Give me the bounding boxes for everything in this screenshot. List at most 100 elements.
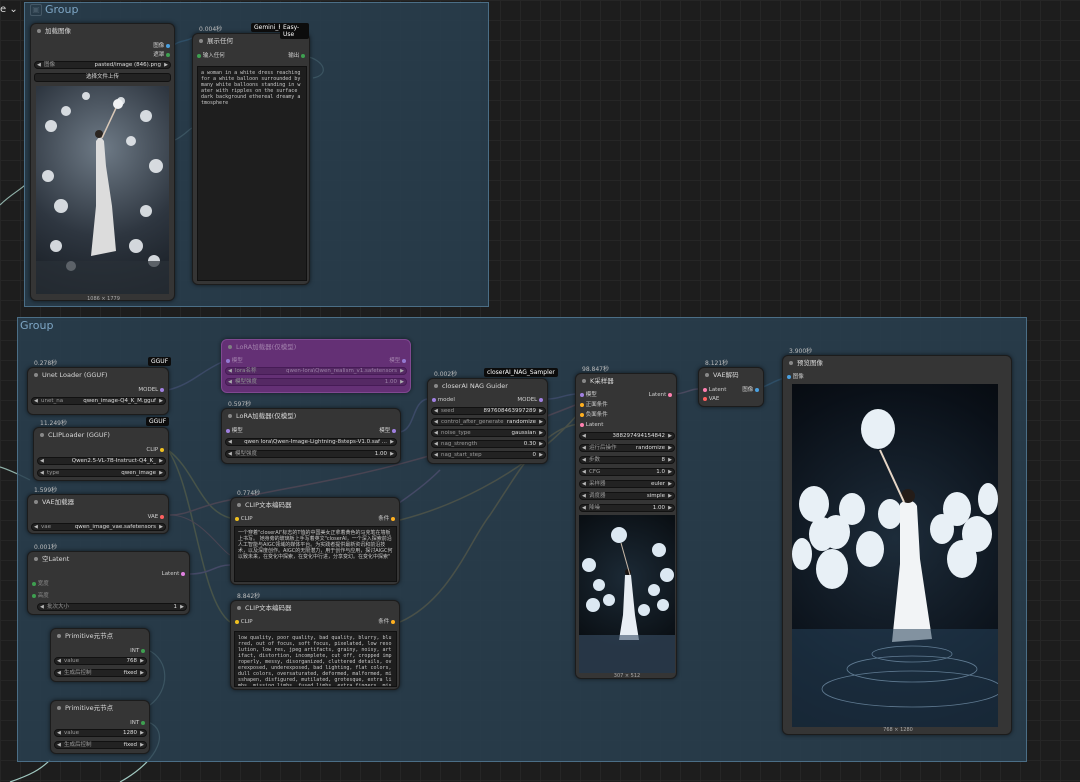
output-model[interactable]: MODEL (517, 396, 543, 404)
loaded-image-preview (36, 86, 169, 294)
output-int[interactable]: INT (130, 647, 145, 655)
dropdown-label: e (0, 4, 7, 15)
nag-strength-input[interactable]: nag_strength0.30 (431, 440, 546, 448)
node-title: K采样器 (576, 374, 676, 388)
preview-output-image (792, 384, 998, 727)
node-title: VAE加载器 (28, 495, 168, 509)
seed-input[interactable]: seed897608463997289 (431, 407, 546, 415)
clip-name-select[interactable]: Qwen2.5-VL-7B-Instruct-Q4_K_ (37, 457, 166, 465)
value-input[interactable]: value1280 (54, 729, 147, 737)
input-image[interactable]: 图像 (787, 373, 804, 381)
value-input[interactable]: value768 (54, 657, 147, 665)
input-any[interactable]: 输入任何 (197, 52, 225, 60)
node-title: VAE解码 (699, 368, 763, 382)
unet-name-select[interactable]: unet_naqwen_image-Q4_K_M.gguf (31, 397, 166, 405)
output-vae[interactable]: VAE (148, 513, 164, 521)
node-vae-decode[interactable]: 8.121秒 VAE解码 Latent VAE 图像 (698, 360, 764, 407)
input-model[interactable]: 模型 (226, 357, 243, 365)
lora-name-select[interactable]: lora名称qwen-lora\Qwen_realism_v1.safetens… (225, 367, 407, 375)
sample-preview-image (579, 515, 675, 673)
exec-time: 0.597秒 (228, 401, 252, 408)
input-model[interactable]: 模型 (580, 391, 597, 399)
lora-strength-input[interactable]: 模型强度1.00 (225, 450, 397, 458)
image-select[interactable]: 图像 pasted/image (846).png (34, 61, 171, 69)
node-ksampler[interactable]: 98.847秒 K采样器 Latent 模型 正面条件 负面条件 Latent … (575, 366, 677, 679)
node-show-text[interactable]: 0.004秒 Gemini_Fl Easy-Use 展示任何 输入任何 输出 a… (192, 23, 310, 285)
node-title: 加载图像 (31, 24, 174, 38)
node-lora-bypassed[interactable]: LoRA加载器(仅模型) 模型 模型 lora名称qwen-lora\Qwen_… (221, 339, 411, 393)
exec-time: 0.278秒 (34, 360, 58, 367)
lora-name-select[interactable]: qwen lora\Qwen-Image-Lightning-8steps-V1… (225, 438, 397, 446)
exec-time: 0.001秒 (34, 544, 58, 551)
scheduler-select[interactable]: 调度器simple (579, 492, 675, 500)
vae-name-select[interactable]: vaeqwen_image_vae.safetensors (31, 523, 166, 531)
output-int[interactable]: INT (130, 719, 145, 727)
input-latent[interactable]: Latent (703, 386, 726, 394)
node-unet-loader[interactable]: 0.278秒 GGUF Unet Loader (GGUF) MODEL une… (27, 357, 172, 415)
output-latent[interactable]: Latent (649, 391, 672, 399)
output-any[interactable]: 输出 (288, 52, 305, 60)
output-conditioning[interactable]: 条件 (378, 515, 395, 523)
node-lora-loader[interactable]: 0.597秒 LoRA加载器(仅模型) 模型 模型 qwen lora\Qwen… (221, 401, 401, 464)
output-image[interactable]: 图像 (153, 42, 170, 50)
input-clip[interactable]: CLIP (235, 618, 253, 626)
node-title: Primitive元节点 (51, 701, 149, 715)
node-primitive-height[interactable]: Primitive元节点 INT value1280 生成后控制fixed (50, 700, 150, 754)
input-negative[interactable]: 负面条件 (580, 411, 608, 419)
input-positive[interactable]: 正面条件 (580, 401, 608, 409)
exec-time: 98.847秒 (582, 366, 609, 373)
input-vae[interactable]: VAE (703, 395, 719, 403)
output-conditioning[interactable]: 条件 (378, 618, 395, 626)
output-latent[interactable]: Latent (162, 570, 185, 578)
lora-strength-input[interactable]: 模型强度1.00 (225, 378, 407, 386)
text-display[interactable]: a woman in a white dress reaching for a … (197, 66, 307, 281)
node-title: closerAI NAG Guider (428, 379, 547, 393)
exec-time: 0.004秒 (199, 26, 223, 33)
node-empty-latent[interactable]: 0.001秒 空Latent Latent 宽度 高度 批次大小1 (27, 544, 190, 615)
clip-type-select[interactable]: typeqwen_image (37, 469, 166, 477)
noise-type-select[interactable]: noise_typegaussian (431, 429, 546, 437)
input-width[interactable]: 宽度 (32, 580, 49, 588)
exec-time: 8.121秒 (705, 360, 729, 367)
output-image[interactable]: 图像 (742, 386, 759, 394)
node-vae-loader[interactable]: 1.599秒 VAE加载器 VAE vaeqwen_image_vae.safe… (27, 487, 169, 534)
node-nag-guider[interactable]: 0.002秒 closerAI_NAG_Sampler closerAI NAG… (427, 368, 558, 464)
output-clip[interactable]: CLIP (146, 446, 164, 454)
batch-size-input[interactable]: 批次大小1 (37, 603, 187, 611)
output-model[interactable]: 模型 (379, 427, 396, 435)
node-clip-loader[interactable]: 11.249秒 GGUF CLIPLoader (GGUF) CLIP Qwen… (33, 417, 170, 481)
workflow-dropdown[interactable]: e ⌄ (0, 4, 18, 15)
input-model[interactable]: 模型 (226, 427, 243, 435)
control-after-generate-select[interactable]: 运行后操作randomize (579, 444, 675, 452)
node-preview-image[interactable]: 3.900秒 预览图像 图像 768 × 1280 (782, 348, 1012, 735)
chevron-down-icon: ⌄ (9, 4, 18, 15)
control-after-generate-select[interactable]: 生成后控制fixed (54, 741, 147, 749)
output-model[interactable]: 模型 (389, 357, 406, 365)
sampler-select[interactable]: 采样器euler (579, 480, 675, 488)
input-clip[interactable]: CLIP (235, 515, 253, 523)
input-latent[interactable]: Latent (580, 421, 603, 429)
badge-closerai: closerAI_NAG_Sampler (484, 368, 558, 377)
badge-gguf: GGUF (148, 357, 172, 366)
node-primitive-width[interactable]: Primitive元节点 INT value768 生成后控制fixed (50, 628, 150, 682)
prompt-textarea[interactable]: 一个穿着"closerAI"标志的T恤的中国美女正拿着黄色的马克笔在墙板上书写。… (234, 526, 397, 582)
input-height[interactable]: 高度 (32, 592, 49, 600)
node-clip-text-positive[interactable]: 0.774秒 CLIP文本编码器 CLIP 条件 一个穿着"closerAI"标… (230, 490, 400, 585)
negative-prompt-textarea[interactable]: low quality, poor quality, bad quality, … (234, 631, 397, 687)
input-model[interactable]: model (432, 396, 455, 404)
denoise-input[interactable]: 降噪1.00 (579, 504, 675, 512)
node-load-image[interactable]: 加载图像 图像 遮罩 图像 pasted/image (846).png 选择文… (30, 23, 175, 302)
steps-input[interactable]: 步数8 (579, 456, 675, 464)
image-dimensions: 768 × 1280 (883, 727, 913, 733)
output-model[interactable]: MODEL (138, 386, 164, 394)
group-title: Group (45, 3, 79, 16)
cfg-input[interactable]: CFG1.0 (579, 468, 675, 476)
upload-button[interactable]: 选择文件上传 (34, 73, 171, 82)
output-mask[interactable]: 遮罩 (153, 51, 170, 59)
exec-time: 11.249秒 (40, 420, 67, 427)
seed-input[interactable]: 388297494154842 (579, 432, 675, 440)
control-after-generate-select[interactable]: control_after_generaterandomize (431, 418, 546, 426)
control-after-generate-select[interactable]: 生成后控制fixed (54, 669, 147, 677)
nag-start-step-input[interactable]: nag_start_step0 (431, 451, 546, 459)
node-clip-text-negative[interactable]: 8.842秒 CLIP文本编码器 CLIP 条件 low quality, po… (230, 593, 400, 690)
